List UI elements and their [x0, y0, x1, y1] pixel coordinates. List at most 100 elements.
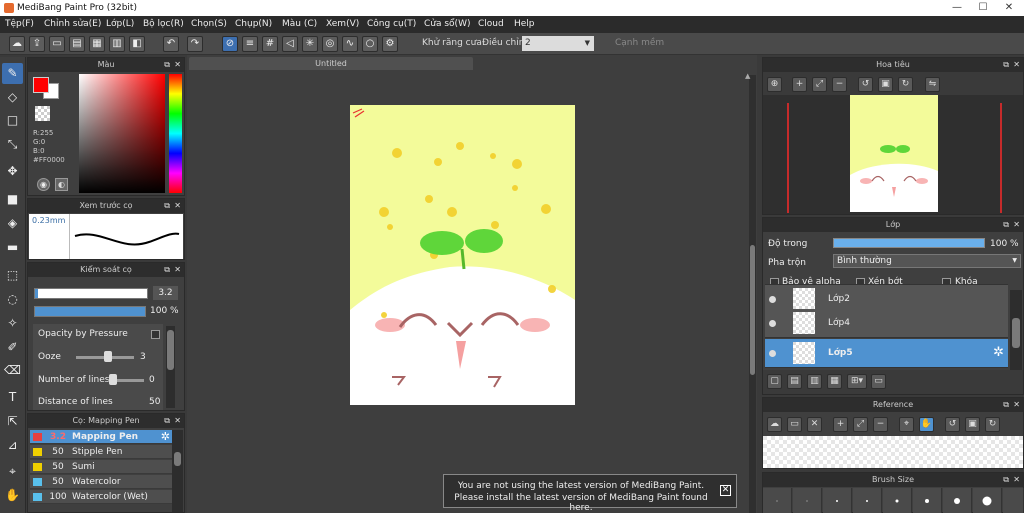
brush-size-cell[interactable] — [793, 488, 822, 513]
gear-icon[interactable]: ✲ — [161, 430, 170, 444]
lasso-tool-icon[interactable]: ◌ — [2, 289, 23, 310]
curve-tool-icon[interactable]: ⤡ — [2, 134, 23, 155]
parallel-snap-icon[interactable]: ≡ — [242, 36, 258, 52]
brush-size-cell[interactable] — [853, 488, 882, 513]
brush-size-cell[interactable] — [1003, 488, 1024, 513]
cloud-download-icon[interactable]: ☁ — [767, 417, 782, 432]
color-wheel-icon[interactable]: ◐ — [55, 178, 68, 191]
menu-layer[interactable]: Lớp(L) — [106, 19, 134, 29]
redo-icon[interactable]: ↷ — [187, 36, 203, 52]
layer-row-lop5[interactable]: Lớp5 ✲ — [765, 339, 1008, 368]
blend-mode-select[interactable]: Bình thường ▼ — [833, 254, 1021, 268]
document-icon[interactable]: ▦ — [89, 36, 105, 52]
eyedropper-icon[interactable]: ⌖ — [2, 461, 23, 482]
share-icon[interactable]: ⇪ — [29, 36, 45, 52]
brush-list-item[interactable]: 50 Stipple Pen — [30, 445, 173, 459]
undo-icon[interactable]: ↶ — [163, 36, 179, 52]
cloud-icon[interactable]: ☁ — [9, 36, 25, 52]
brush-size-cell[interactable] — [883, 488, 912, 513]
undock-icon[interactable]: ⧉ — [164, 263, 170, 277]
close-icon[interactable]: ✕ — [174, 263, 181, 277]
close-notice-button[interactable]: ✕ — [720, 485, 731, 496]
layer-list-scrollbar[interactable] — [1010, 290, 1022, 370]
undock-icon[interactable]: ⧉ — [164, 199, 170, 213]
ooze-slider-handle[interactable] — [104, 351, 112, 362]
transparent-swatch[interactable] — [35, 106, 50, 121]
bucket-tool-icon[interactable]: ◈ — [2, 213, 23, 234]
hue-slider[interactable] — [169, 74, 182, 193]
brush-size-cell[interactable] — [913, 488, 942, 513]
brush-list-scrollbar[interactable] — [172, 430, 183, 512]
fill-shape-icon[interactable]: ■ — [2, 189, 23, 210]
zoom-fit-icon[interactable]: ⊕ — [767, 77, 782, 92]
brush-size-cell[interactable] — [763, 488, 792, 513]
undock-icon[interactable]: ⧉ — [1003, 58, 1009, 72]
gradient-tool-icon[interactable]: ▬ — [2, 237, 23, 258]
close-icon[interactable]: ✕ — [174, 199, 181, 213]
zoom-out-icon[interactable]: − — [832, 77, 847, 92]
adjust-select[interactable]: 2 ▼ — [522, 36, 594, 51]
brush-size-cell[interactable] — [973, 488, 1002, 513]
menu-filter[interactable]: Bộ lọc(R) — [143, 19, 184, 29]
eye-icon[interactable] — [769, 350, 776, 357]
zoom-out-icon[interactable]: − — [873, 417, 888, 432]
brush-size-cell[interactable] — [943, 488, 972, 513]
new-layer-icon[interactable]: ▢ — [767, 374, 782, 389]
radial-snap-icon[interactable]: ✳ — [302, 36, 318, 52]
undock-icon[interactable]: ⧉ — [1003, 473, 1009, 487]
rotate-right-icon[interactable]: ↻ — [985, 417, 1000, 432]
brush-control-scrollbar[interactable] — [166, 326, 175, 408]
new-layer-8bit-icon[interactable]: ▤ — [787, 374, 802, 389]
canvas-vertical-scrollbar[interactable] — [749, 75, 756, 513]
menu-view[interactable]: Xem(V) — [326, 19, 359, 29]
rotate-right-icon[interactable]: ↻ — [898, 77, 913, 92]
close-icon[interactable]: ✕ — [174, 414, 181, 428]
fit-window-icon[interactable]: ▣ — [965, 417, 980, 432]
gear-icon[interactable]: ✲ — [993, 345, 1004, 360]
text-tool-icon[interactable]: T — [2, 387, 23, 408]
open-folder-icon[interactable]: ▭ — [787, 417, 802, 432]
zoom-in-icon[interactable]: + — [792, 77, 807, 92]
grid-snap-icon[interactable]: # — [262, 36, 278, 52]
dot-tool-icon[interactable]: □ — [2, 110, 23, 131]
lines-slider-handle[interactable] — [109, 374, 117, 385]
menu-file[interactable]: Tệp(F) — [5, 19, 34, 29]
menu-help[interactable]: Help — [514, 19, 535, 29]
halftone-layer-icon[interactable]: ▦ — [827, 374, 842, 389]
brush-opacity-slider[interactable] — [34, 306, 146, 317]
reference-canvas[interactable] — [763, 436, 1023, 468]
gear-icon[interactable]: ⚙ — [382, 36, 398, 52]
brush-size-slider[interactable] — [34, 288, 148, 299]
undock-icon[interactable]: ⧉ — [1003, 398, 1009, 412]
layer-opacity-slider[interactable] — [833, 238, 985, 248]
close-button[interactable]: ✕ — [996, 0, 1022, 16]
menu-cloud[interactable]: Cloud — [478, 19, 504, 29]
select-pen-icon[interactable]: ✐ — [2, 337, 23, 358]
add-layer-dropdown-icon[interactable]: ⊞▾ — [847, 374, 867, 389]
rotate-left-icon[interactable]: ↺ — [945, 417, 960, 432]
brush-list-item[interactable]: 100 Watercolor (Wet) — [30, 490, 173, 504]
curve-snap-icon[interactable]: ∿ — [342, 36, 358, 52]
rotate-left-icon[interactable]: ↺ — [858, 77, 873, 92]
operation-tool-icon[interactable]: ⇱ — [2, 411, 23, 432]
navigator-preview[interactable] — [763, 95, 1023, 214]
hand-tool-icon[interactable]: ✋ — [2, 485, 23, 506]
minimize-button[interactable]: — — [944, 0, 970, 16]
concentric-snap-icon[interactable]: ◎ — [322, 36, 338, 52]
close-icon[interactable]: ✕ — [1013, 218, 1020, 232]
brush-list-item[interactable]: 3.2 Mapping Pen ✲ — [30, 430, 173, 444]
select-tool-icon[interactable]: ⬚ — [2, 265, 23, 286]
close-icon[interactable]: ✕ — [1013, 398, 1020, 412]
brush-tool-icon[interactable]: ✎ — [2, 63, 23, 84]
eyedropper-icon[interactable]: ⌖ — [899, 417, 914, 432]
folder-icon[interactable]: ▭ — [871, 374, 886, 389]
actual-size-icon[interactable]: ⤢ — [853, 417, 868, 432]
eraser-tool-icon[interactable]: ◇ — [2, 87, 23, 108]
layer-row-lop4[interactable]: Lớp4 — [765, 309, 1008, 338]
circle-snap-icon[interactable]: ○ — [362, 36, 378, 52]
undock-icon[interactable]: ⧉ — [164, 414, 170, 428]
panel-icon[interactable]: ▥ — [109, 36, 125, 52]
comment-icon[interactable]: ▭ — [49, 36, 65, 52]
update-notice[interactable]: You are not using the latest version of … — [443, 474, 737, 513]
divide-tool-icon[interactable]: ⊿ — [2, 435, 23, 456]
